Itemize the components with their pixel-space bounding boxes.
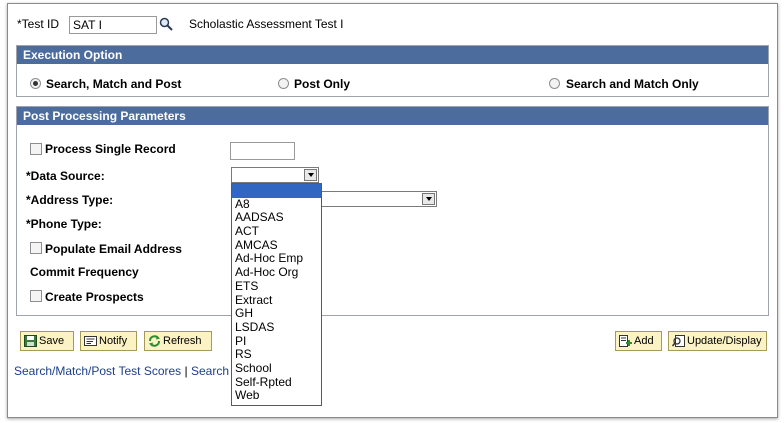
dropdown-option[interactable] [232,184,321,198]
dropdown-option[interactable]: ETS [232,279,321,294]
post-processing-header: Post Processing Parameters [17,107,768,125]
dropdown-option[interactable]: Extract [232,293,321,308]
data-source-dropdown-list[interactable]: A8 AADSAS ACT AMCAS Ad-Hoc Emp Ad-Hoc Or… [231,183,322,406]
populate-email-checkbox[interactable] [30,242,42,254]
refresh-label: Refresh [163,335,202,347]
notify-button[interactable]: Notify [80,331,137,351]
radio-search-match-only[interactable] [549,78,560,89]
add-label: Add [634,335,654,347]
test-description: Scholastic Assessment Test I [189,17,344,31]
execution-option-header: Execution Option [17,46,768,64]
dropdown-option[interactable]: AMCAS [232,238,321,253]
post-processing-section: Post Processing Parameters [16,106,769,316]
process-single-record-checkbox[interactable] [30,143,42,155]
refresh-icon [148,335,161,347]
save-icon [24,335,37,347]
save-label: Save [39,335,65,347]
link-separator: | [184,364,188,378]
dropdown-option[interactable]: Ad-Hoc Org [232,265,321,280]
search-match-post-link[interactable]: Search/Match/Post Test Scores [14,364,181,378]
radio-post-only[interactable] [278,78,289,89]
radio-search-match-post[interactable] [30,78,41,89]
address-type-label: *Address Type: [26,193,114,207]
save-button[interactable]: Save [20,331,74,351]
dropdown-option[interactable]: Web [232,389,321,403]
dropdown-option[interactable]: LSDAS [232,320,321,335]
dropdown-option[interactable]: School [232,361,321,376]
dropdown-option[interactable]: AADSAS [232,211,321,225]
dropdown-option[interactable]: RS [232,348,321,362]
dropdown-option[interactable]: GH [232,306,321,321]
single-record-input[interactable] [230,142,295,160]
update-display-button[interactable]: Update/Display [668,331,767,351]
search-icon[interactable] [159,17,173,31]
create-prospects-label: Create Prospects [45,290,144,304]
dropdown-option[interactable]: A8 [232,197,321,212]
test-id-label: *Test ID [17,17,60,31]
bottom-links: Search/Match/Post Test Scores | Search [14,364,229,378]
notify-icon [84,335,97,347]
radio-post-only-label: Post Only [294,77,351,91]
dropdown-option[interactable]: Self-Rpted [232,375,321,390]
refresh-button[interactable]: Refresh [144,331,212,351]
add-button[interactable]: Add [615,331,662,351]
search-link[interactable]: Search [191,364,229,378]
update-display-label: Update/Display [687,335,762,347]
dropdown-option[interactable]: PI [232,334,321,349]
data-source-label: *Data Source: [26,169,105,183]
process-single-record-label: Process Single Record [45,142,176,156]
chevron-down-icon[interactable] [304,169,317,181]
test-id-input[interactable]: SAT I [69,16,157,34]
populate-email-label: Populate Email Address [45,242,182,256]
notify-label: Notify [99,335,128,347]
dropdown-option[interactable]: ACT [232,224,321,239]
data-source-select[interactable] [231,167,319,183]
chevron-down-icon[interactable] [422,193,435,205]
radio-search-match-only-label: Search and Match Only [566,77,699,91]
update-display-icon [671,335,685,347]
commit-frequency-label: Commit Frequency [30,265,139,279]
add-icon [619,335,632,347]
phone-type-label: *Phone Type: [26,217,102,231]
create-prospects-checkbox[interactable] [30,290,42,302]
radio-search-match-post-label: Search, Match and Post [46,77,182,91]
dropdown-option[interactable]: Ad-Hoc Emp [232,252,321,266]
